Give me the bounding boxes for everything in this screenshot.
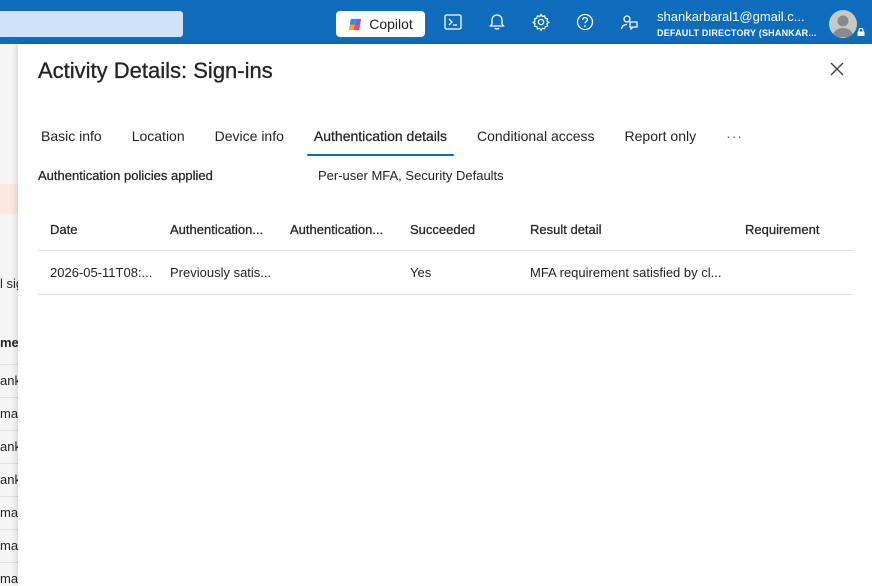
account-info[interactable]: shankarbaral1@gmail.c... DEFAULT DIRECTO…: [657, 9, 822, 39]
bell-icon[interactable]: [487, 12, 507, 32]
background-text: ank: [0, 373, 18, 388]
background-text: ank: [0, 472, 18, 487]
search-input[interactable]: [0, 11, 183, 37]
policies-label: Authentication policies applied: [38, 168, 213, 183]
tab-authentication-details[interactable]: Authentication details: [306, 124, 455, 156]
column-header-succeeded[interactable]: Succeeded: [398, 222, 518, 237]
tab-report-only[interactable]: Report only: [618, 124, 704, 156]
page-title: Activity Details: Sign-ins: [38, 58, 273, 83]
column-header-requirement[interactable]: Requirement: [733, 222, 853, 237]
tab-device-info[interactable]: Device info: [208, 124, 291, 156]
avatar[interactable]: [829, 10, 857, 38]
table-row[interactable]: 2026-05-11T08:... Previously satis... Ye…: [38, 251, 853, 295]
close-button[interactable]: [828, 60, 846, 78]
activity-details-panel: Activity Details: Sign-ins Basic info Lo…: [18, 44, 872, 586]
lock-icon: [857, 28, 865, 36]
account-directory: DEFAULT DIRECTORY (SHANKAR...: [657, 28, 817, 38]
background-page: l sig me ank mai ank ank mai mai mai: [0, 44, 18, 586]
column-header-authentication-method[interactable]: Authentication...: [158, 222, 278, 237]
divider: [0, 463, 18, 464]
copilot-button[interactable]: Copilot: [336, 11, 425, 37]
divider: [0, 397, 18, 398]
more-tabs-button[interactable]: ···: [719, 124, 750, 156]
cell-result-detail: MFA requirement satisfied by cl...: [530, 265, 722, 280]
account-email: shankarbaral1@gmail.c...: [657, 9, 805, 24]
background-text: mai: [0, 571, 18, 586]
cell-date: 2026-05-11T08:...: [50, 265, 153, 280]
user-icon: [832, 15, 854, 37]
help-icon[interactable]: [575, 12, 595, 32]
policies-value: Per-user MFA, Security Defaults: [318, 168, 504, 183]
cloud-shell-icon[interactable]: [443, 12, 463, 32]
top-bar: Copilot shankarbaral1@gmail.c... DEFAULT…: [0, 0, 872, 44]
background-text: ank: [0, 439, 18, 454]
tab-location[interactable]: Location: [125, 124, 192, 156]
tab-conditional-access[interactable]: Conditional access: [470, 124, 602, 156]
column-header-authentication-detail[interactable]: Authentication...: [278, 222, 398, 237]
authentication-details-table: Date Authentication... Authentication...…: [38, 208, 853, 295]
divider: [0, 529, 18, 530]
background-text: me: [0, 335, 18, 350]
divider: [0, 430, 18, 431]
divider: [0, 562, 18, 563]
background-highlight: [0, 184, 18, 214]
background-text: mai: [0, 406, 18, 421]
table-header: Date Authentication... Authentication...…: [38, 208, 853, 251]
background-text: mai: [0, 538, 18, 553]
background-text: l sig: [0, 276, 18, 291]
gear-icon[interactable]: [531, 12, 551, 32]
divider: [0, 496, 18, 497]
column-header-result-detail[interactable]: Result detail: [518, 222, 733, 237]
background-text: mai: [0, 505, 18, 520]
copilot-label: Copilot: [369, 16, 413, 32]
tab-basic-info[interactable]: Basic info: [34, 124, 109, 156]
divider: [0, 364, 18, 365]
feedback-icon[interactable]: [619, 12, 639, 32]
tab-bar: Basic info Location Device info Authenti…: [34, 124, 750, 156]
cell-authentication-method: Previously satis...: [170, 265, 272, 280]
copilot-icon: [349, 18, 362, 30]
close-icon: [830, 62, 844, 76]
column-header-date[interactable]: Date: [38, 222, 158, 237]
cell-succeeded: Yes: [410, 265, 432, 280]
